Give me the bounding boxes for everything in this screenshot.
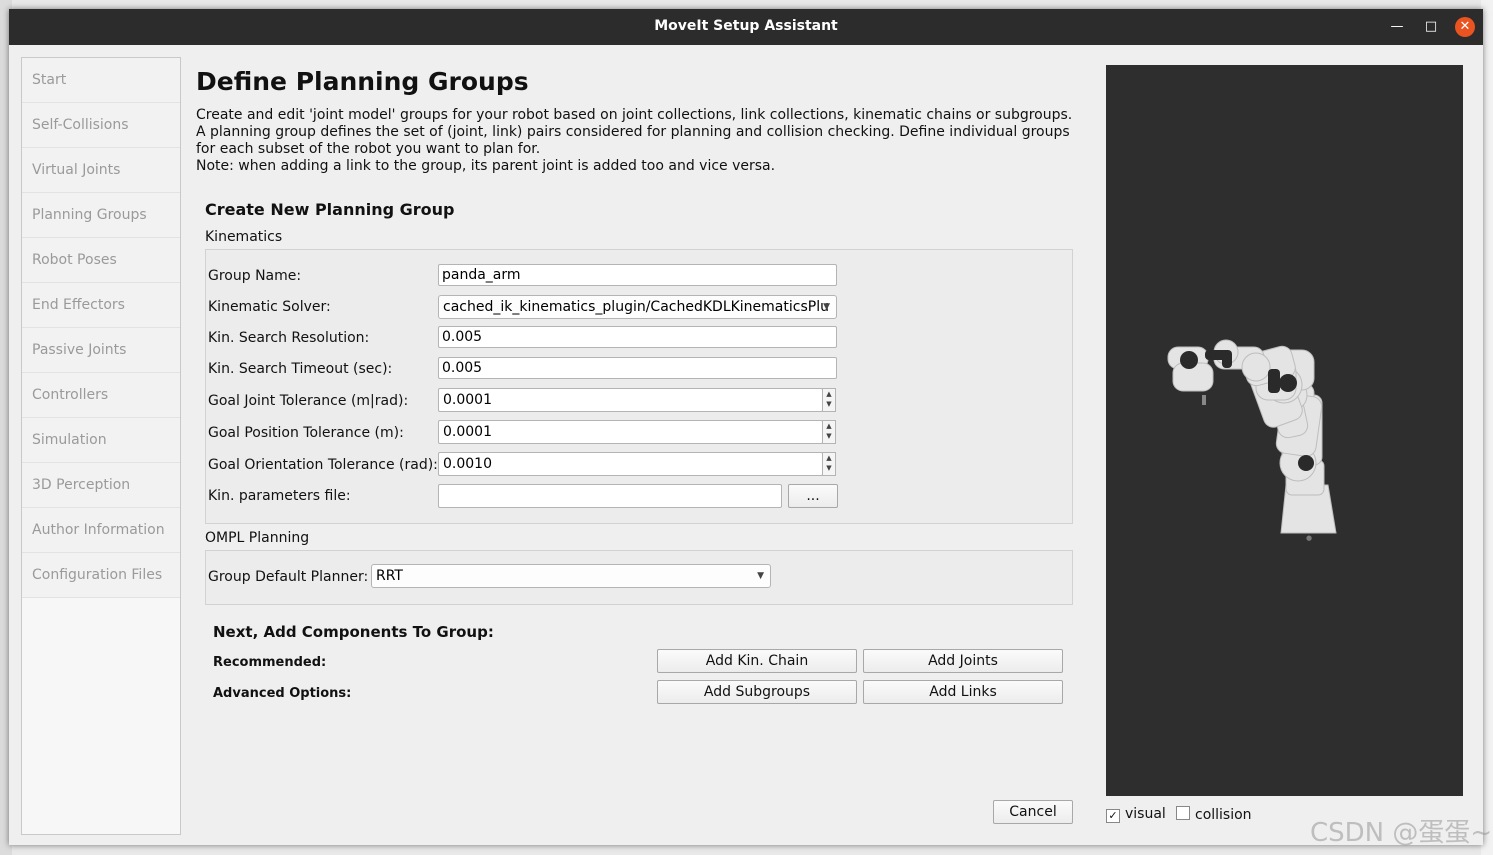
sidebar-item-simulation[interactable]: Simulation bbox=[22, 418, 180, 463]
recommended-label: Recommended: bbox=[213, 655, 327, 670]
close-icon[interactable]: ✕ bbox=[1455, 17, 1475, 37]
joint-tolerance-label: Goal Joint Tolerance (m|rad): bbox=[208, 393, 409, 409]
sidebar-item-self-collisions[interactable]: Self-Collisions bbox=[22, 103, 180, 148]
ompl-label: OMPL Planning bbox=[205, 530, 310, 546]
maximize-icon[interactable]: □ bbox=[1421, 17, 1441, 37]
visual-checkbox[interactable]: ✓ visual bbox=[1106, 806, 1166, 823]
orientation-tolerance-label: Goal Orientation Tolerance (rad): bbox=[208, 457, 438, 473]
orientation-tolerance-spinbox: 0.0010 ▲ ▼ bbox=[438, 452, 837, 476]
description-text: Create and edit 'joint model' groups for… bbox=[196, 107, 1073, 157]
minimize-icon[interactable]: — bbox=[1387, 17, 1407, 37]
add-joints-button[interactable]: Add Joints bbox=[863, 649, 1063, 673]
sidebar-item-robot-poses[interactable]: Robot Poses bbox=[22, 238, 180, 283]
position-tolerance-spinbox: 0.0001 ▲ ▼ bbox=[438, 420, 837, 444]
search-resolution-input[interactable]: 0.005 bbox=[438, 326, 837, 348]
sidebar-item-3d-perception[interactable]: 3D Perception bbox=[22, 463, 180, 508]
setup-assistant-window: MoveIt Setup Assistant — □ ✕ Start Self-… bbox=[9, 9, 1483, 845]
kinematics-label: Kinematics bbox=[205, 229, 283, 245]
add-links-button[interactable]: Add Links bbox=[863, 680, 1063, 704]
title-bar: MoveIt Setup Assistant — □ ✕ bbox=[9, 9, 1483, 45]
sidebar-item-end-effectors[interactable]: End Effectors bbox=[22, 283, 180, 328]
cancel-button[interactable]: Cancel bbox=[993, 800, 1073, 824]
default-planner-select[interactable]: RRT ▼ bbox=[371, 564, 771, 588]
add-subgroups-button[interactable]: Add Subgroups bbox=[657, 680, 857, 704]
components-title: Next, Add Components To Group: bbox=[213, 623, 494, 641]
position-tolerance-input[interactable]: 0.0001 bbox=[438, 420, 823, 444]
planning-groups-panel: Define Planning Groups Create and edit '… bbox=[195, 67, 1085, 837]
collision-label: collision bbox=[1195, 807, 1252, 823]
group-name-label: Group Name: bbox=[208, 268, 302, 284]
kinematics-groupbox: Group Name: panda_arm Kinematic Solver: … bbox=[205, 249, 1073, 524]
browse-button[interactable]: ... bbox=[788, 484, 838, 508]
kinematic-solver-label: Kinematic Solver: bbox=[208, 299, 331, 315]
chevron-down-icon: ▼ bbox=[823, 302, 830, 312]
default-planner-value: RRT bbox=[376, 568, 403, 584]
checkmark-icon: ✓ bbox=[1106, 809, 1120, 823]
search-timeout-input[interactable]: 0.005 bbox=[438, 357, 837, 379]
robot-arm-image: ● bbox=[1167, 339, 1337, 542]
params-file-label: Kin. parameters file: bbox=[208, 488, 351, 504]
sidebar-item-virtual-joints[interactable]: Virtual Joints bbox=[22, 148, 180, 193]
sidebar-item-configuration-files[interactable]: Configuration Files bbox=[22, 553, 180, 598]
collision-checkbox[interactable]: collision bbox=[1176, 806, 1252, 823]
window-title: MoveIt Setup Assistant bbox=[654, 18, 838, 34]
advanced-options-label: Advanced Options: bbox=[213, 686, 352, 701]
description-note: Note: when adding a link to the group, i… bbox=[196, 158, 776, 174]
visual-label: visual bbox=[1125, 806, 1166, 822]
page-title: Define Planning Groups bbox=[196, 67, 529, 96]
page-description: Create and edit 'joint model' groups for… bbox=[196, 107, 1086, 175]
sidebar-item-passive-joints[interactable]: Passive Joints bbox=[22, 328, 180, 373]
checkbox-empty-icon bbox=[1176, 806, 1190, 820]
spin-arrows-icon[interactable]: ▲ ▼ bbox=[822, 452, 836, 476]
navigation-sidebar: Start Self-Collisions Virtual Joints Pla… bbox=[21, 57, 181, 835]
section-title: Create New Planning Group bbox=[205, 200, 455, 219]
search-resolution-label: Kin. Search Resolution: bbox=[208, 330, 370, 346]
watermark: CSDN @蛋蛋~ bbox=[1310, 818, 1493, 848]
search-timeout-label: Kin. Search Timeout (sec): bbox=[208, 361, 393, 377]
add-kin-chain-button[interactable]: Add Kin. Chain bbox=[657, 649, 857, 673]
robot-3d-viewport[interactable]: ● bbox=[1106, 65, 1463, 796]
kinematic-solver-select[interactable]: cached_ik_kinematics_plugin/CachedKDLKin… bbox=[438, 295, 837, 319]
joint-tolerance-spinbox: 0.0001 ▲ ▼ bbox=[438, 388, 837, 412]
spin-arrows-icon[interactable]: ▲ ▼ bbox=[822, 420, 836, 444]
chevron-down-icon: ▼ bbox=[757, 571, 764, 581]
group-name-input[interactable]: panda_arm bbox=[438, 264, 837, 286]
sidebar-item-planning-groups[interactable]: Planning Groups bbox=[22, 193, 180, 238]
spin-arrows-icon[interactable]: ▲ ▼ bbox=[822, 388, 836, 412]
sidebar-item-start[interactable]: Start bbox=[22, 58, 180, 103]
position-tolerance-label: Goal Position Tolerance (m): bbox=[208, 425, 404, 441]
svg-text:●: ● bbox=[1306, 534, 1312, 542]
sidebar-item-author-information[interactable]: Author Information bbox=[22, 508, 180, 553]
params-file-input[interactable] bbox=[438, 484, 782, 508]
sidebar-item-controllers[interactable]: Controllers bbox=[22, 373, 180, 418]
default-planner-label: Group Default Planner: bbox=[208, 569, 369, 585]
joint-tolerance-input[interactable]: 0.0001 bbox=[438, 388, 823, 412]
orientation-tolerance-input[interactable]: 0.0010 bbox=[438, 452, 823, 476]
kinematic-solver-value: cached_ik_kinematics_plugin/CachedKDLKin… bbox=[443, 299, 829, 315]
ompl-groupbox: Group Default Planner: RRT ▼ bbox=[205, 550, 1073, 605]
